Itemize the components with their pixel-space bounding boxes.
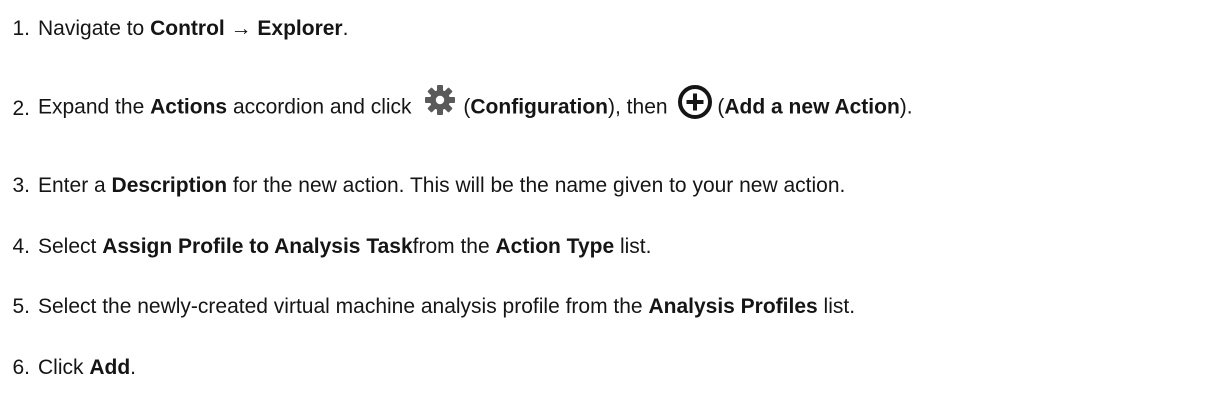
- step-text: Navigate to Control → Explorer.: [38, 18, 348, 39]
- step-number: 5.: [12, 294, 30, 318]
- step-number: 3.: [12, 173, 30, 197]
- accordion-name: Actions: [150, 95, 228, 119]
- menu-path: Control → Explorer: [150, 16, 343, 40]
- step-text: Select Assign Profile to Analysis Taskfr…: [38, 236, 651, 257]
- field-name: Description: [111, 173, 228, 197]
- step-1: 1. Navigate to Control → Explorer.: [0, 10, 348, 46]
- step-5: 5. Select the newly-created virtual mach…: [0, 288, 855, 324]
- text-segment: accordion and click: [227, 95, 418, 119]
- text-segment: Expand the: [38, 95, 151, 119]
- button-name: Add a new Action: [724, 95, 900, 119]
- step-number: 4.: [12, 234, 30, 258]
- option-name: Assign Profile to Analysis Task: [102, 234, 413, 258]
- step-6: 6. Click Add.: [0, 349, 136, 385]
- text-segment: for the new action. This will be the nam…: [227, 173, 846, 197]
- list-name: Analysis Profiles: [648, 294, 818, 318]
- step-4: 4. Select Assign Profile to Analysis Tas…: [0, 228, 651, 264]
- text-segment: list.: [614, 234, 652, 258]
- plus-circle-icon: [677, 84, 713, 120]
- step-number: 1.: [12, 16, 30, 40]
- text-segment: ).: [899, 95, 913, 119]
- text-segment: list.: [817, 294, 856, 318]
- text-segment: Click: [38, 355, 90, 379]
- step-2: 2. Expand the Actions accordion and clic…: [0, 85, 913, 126]
- button-name: Configuration: [470, 95, 609, 119]
- text-segment: from the: [412, 234, 496, 258]
- text-segment: .: [130, 355, 137, 379]
- step-3: 3. Enter a Description for the new actio…: [0, 167, 845, 203]
- text-segment: Select: [38, 234, 103, 258]
- gear-icon: [423, 83, 457, 117]
- step-text: Click Add.: [38, 357, 136, 378]
- step-text: Expand the Actions accordion and click (…: [38, 85, 913, 126]
- step-number: 6.: [12, 355, 30, 379]
- text-segment: .: [342, 16, 349, 40]
- step-number: 2.: [12, 96, 30, 120]
- list-name: Action Type: [495, 234, 615, 258]
- text-segment: Select the newly-created virtual machine…: [38, 294, 649, 318]
- text-segment: Navigate to: [38, 16, 151, 40]
- text-segment: Enter a: [38, 173, 112, 197]
- step-text: Enter a Description for the new action. …: [38, 175, 845, 196]
- text-segment: ), then: [608, 95, 674, 119]
- step-text: Select the newly-created virtual machine…: [38, 296, 855, 317]
- button-name: Add: [89, 355, 131, 379]
